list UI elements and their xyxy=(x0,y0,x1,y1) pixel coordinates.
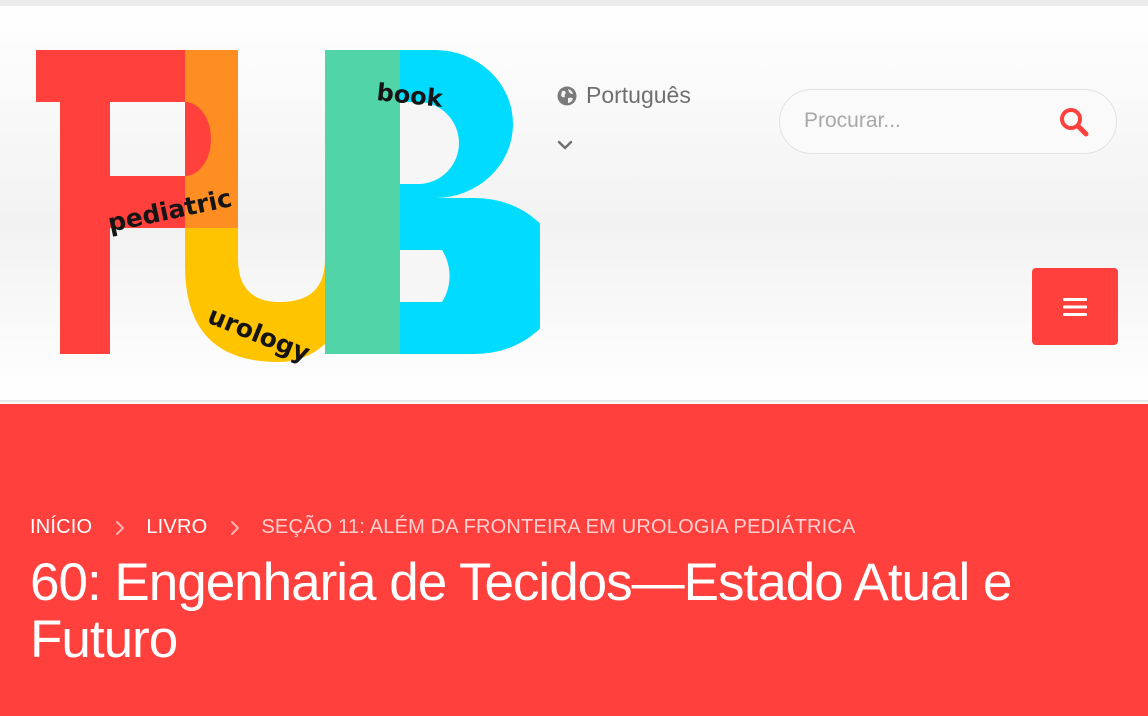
chevron-right-icon xyxy=(231,520,240,535)
chevron-right-icon xyxy=(116,520,125,535)
search-input[interactable] xyxy=(804,90,1044,152)
search-icon[interactable] xyxy=(1056,104,1092,140)
language-label: Português xyxy=(586,82,691,108)
site-header: pediatric urology book Português xyxy=(0,6,1148,400)
search-form xyxy=(779,89,1117,154)
breadcrumb-book[interactable]: LIVRO xyxy=(146,516,207,539)
page-hero: INÍCIO LIVRO SEÇÃO 11: ALÉM DA FRONTEIRA… xyxy=(0,404,1148,716)
menu-button[interactable] xyxy=(1032,268,1118,345)
breadcrumb-current: SEÇÃO 11: ALÉM DA FRONTEIRA EM UROLOGIA … xyxy=(261,516,856,538)
breadcrumb-home[interactable]: INÍCIO xyxy=(30,516,92,539)
hamburger-icon xyxy=(1063,297,1087,316)
chevron-down-icon[interactable] xyxy=(556,136,574,154)
site-logo[interactable]: pediatric urology book xyxy=(30,44,540,374)
page-title: 60: Engenharia de Tecidos—Estado Atual e… xyxy=(30,553,1012,669)
breadcrumb: INÍCIO LIVRO SEÇÃO 11: ALÉM DA FRONTEIRA… xyxy=(30,516,856,539)
language-selector[interactable]: Português xyxy=(556,82,691,109)
globe-icon xyxy=(557,86,577,105)
